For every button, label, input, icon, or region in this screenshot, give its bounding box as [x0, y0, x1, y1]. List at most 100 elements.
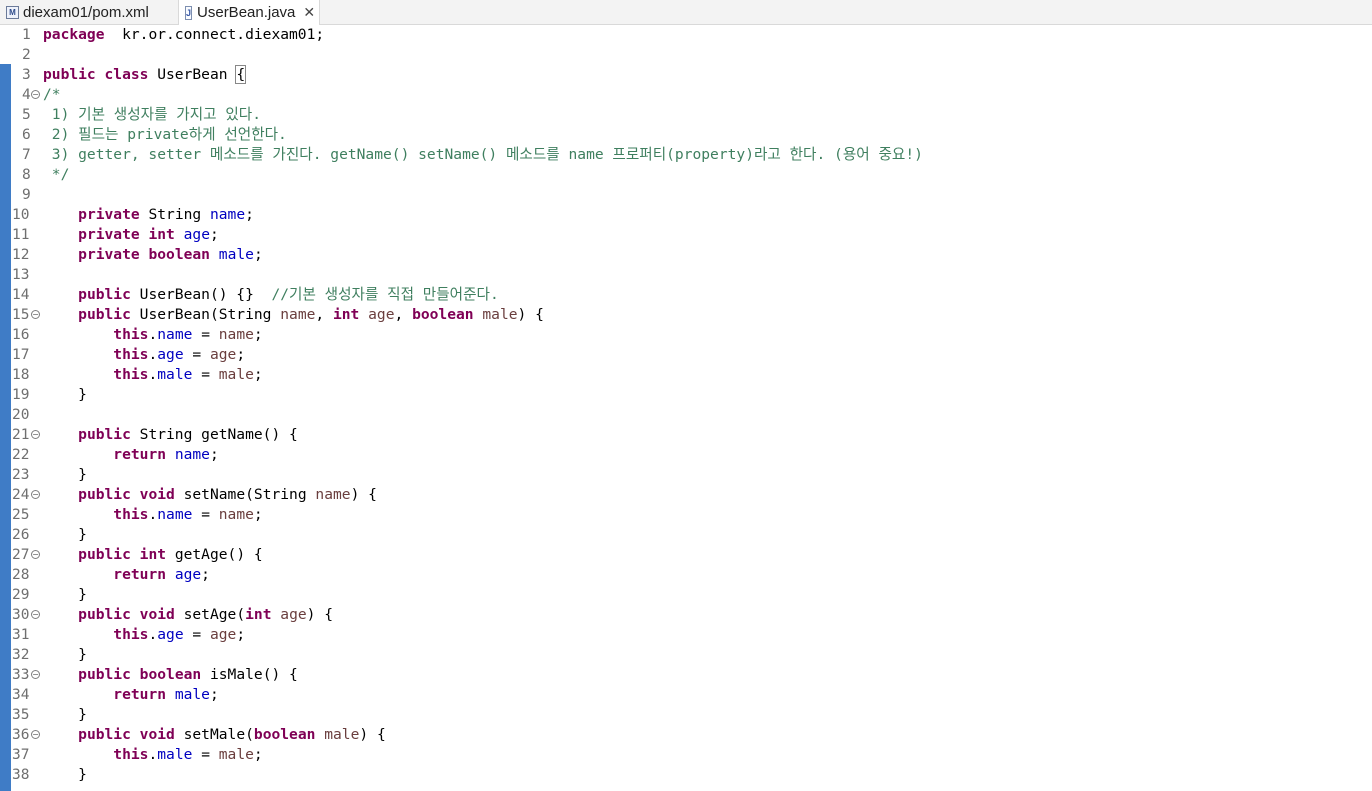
line-number: 29 — [12, 587, 30, 603]
code-line[interactable]: 35 } — [0, 705, 1372, 725]
code-line[interactable]: 10 private String name; — [0, 205, 1372, 225]
keyword-token: this — [113, 326, 149, 343]
code-token: , — [315, 306, 333, 323]
field-token: name — [209, 206, 246, 223]
field-token: age — [174, 566, 202, 583]
code-line[interactable]: 23 } — [0, 465, 1372, 485]
code-token: } — [43, 466, 87, 483]
code-text: } — [43, 585, 87, 605]
code-line[interactable]: 7 3) getter, setter 메소드를 가진다. getName() … — [0, 145, 1372, 165]
field-token: male — [157, 746, 193, 763]
code-text: private String name; — [43, 205, 254, 225]
code-token: UserBean() {} — [130, 286, 272, 303]
line-number: 12 — [12, 247, 30, 263]
code-line[interactable]: 37 this.male = male; — [0, 745, 1372, 765]
code-line[interactable]: 27− public int getAge() { — [0, 545, 1372, 565]
code-line[interactable]: 36− public void setMale(boolean male) { — [0, 725, 1372, 745]
code-token: } — [43, 526, 87, 543]
code-line[interactable]: 31 this.age = age; — [0, 625, 1372, 645]
line-number: 22 — [12, 447, 30, 463]
code-line[interactable]: 12 private boolean male; — [0, 245, 1372, 265]
code-token: ) { — [350, 486, 377, 503]
code-line[interactable]: 2 — [0, 45, 1372, 65]
code-line[interactable]: 5 1) 기본 생성자를 가지고 있다. — [0, 105, 1372, 125]
code-line[interactable]: 15− public UserBean(String name, int age… — [0, 305, 1372, 325]
fold-collapse-icon[interactable]: − — [31, 670, 40, 679]
code-token: . — [148, 346, 158, 363]
code-text: } — [43, 705, 87, 725]
line-number: 28 — [12, 567, 30, 583]
code-line[interactable]: 24− public void setName(String name) { — [0, 485, 1372, 505]
code-line[interactable]: 25 this.name = name; — [0, 505, 1372, 525]
fold-collapse-icon[interactable]: − — [31, 490, 40, 499]
code-line[interactable]: 3 public class UserBean { — [0, 65, 1372, 85]
code-text: public void setName(String name) { — [43, 485, 377, 505]
code-token: = — [192, 366, 219, 383]
keyword-token: public — [43, 66, 96, 83]
line-number: 18 — [12, 367, 30, 383]
fold-collapse-icon[interactable]: − — [31, 550, 40, 559]
code-editor[interactable]: 1 package kr.or.connect.diexam01; 2 3 public… — [0, 25, 1372, 791]
code-token: = — [192, 506, 219, 523]
code-token: setAge( — [174, 606, 246, 623]
code-line[interactable]: 30− public void setAge(int age) { — [0, 605, 1372, 625]
parameter-token: male — [482, 306, 518, 323]
fold-collapse-icon[interactable]: − — [31, 310, 40, 319]
code-line[interactable]: 8 */ — [0, 165, 1372, 185]
code-text: public void setMale(boolean male) { — [43, 725, 386, 745]
fold-collapse-icon[interactable]: − — [31, 730, 40, 739]
code-line[interactable]: 32 } — [0, 645, 1372, 665]
fold-collapse-icon[interactable]: − — [31, 430, 40, 439]
field-token: age — [157, 626, 184, 643]
keyword-token: void — [139, 486, 175, 503]
code-line[interactable]: 1 package kr.or.connect.diexam01; — [0, 25, 1372, 45]
code-line[interactable]: 20 — [0, 405, 1372, 425]
code-line[interactable]: 17 this.age = age; — [0, 345, 1372, 365]
code-line[interactable]: 6 2) 필드는 private하게 선언한다. — [0, 125, 1372, 145]
line-number: 37 — [12, 747, 30, 763]
code-text: } — [43, 525, 87, 545]
code-token: ; — [236, 626, 246, 643]
fold-collapse-icon[interactable]: − — [31, 90, 40, 99]
code-line[interactable]: 28 return age; — [0, 565, 1372, 585]
code-token: . — [148, 506, 158, 523]
keyword-token: private — [78, 206, 140, 223]
code-line[interactable]: 33− public boolean isMale() { — [0, 665, 1372, 685]
code-token: isMale() { — [201, 666, 298, 683]
code-line[interactable]: 22 return name; — [0, 445, 1372, 465]
code-line[interactable]: 19 } — [0, 385, 1372, 405]
code-line[interactable]: 11 private int age; — [0, 225, 1372, 245]
code-line[interactable]: 14 public UserBean() {} //기본 생성자를 직접 만들어… — [0, 285, 1372, 305]
line-number: 16 — [12, 327, 30, 343]
code-line[interactable]: 13 — [0, 265, 1372, 285]
parameter-token: name — [315, 486, 351, 503]
code-line[interactable]: 16 this.name = name; — [0, 325, 1372, 345]
code-line[interactable]: 38 } — [0, 765, 1372, 785]
tab-pom-xml[interactable]: M diexam01/pom.xml — [0, 0, 176, 24]
code-line[interactable]: 4−/* — [0, 85, 1372, 105]
code-line[interactable]: 26 } — [0, 525, 1372, 545]
comment-token: 2) 필드는 private하게 선언한다. — [43, 126, 287, 143]
keyword-token: void — [139, 726, 175, 743]
code-line[interactable]: 18 this.male = male; — [0, 365, 1372, 385]
code-text: this.male = male; — [43, 745, 262, 765]
field-token: male — [157, 366, 193, 383]
fold-collapse-icon[interactable]: − — [31, 610, 40, 619]
close-icon[interactable]: ✕ — [303, 4, 315, 21]
tab-userbean-java[interactable]: J UserBean.java ✕ — [178, 0, 320, 25]
keyword-token: public — [78, 486, 131, 503]
code-token: . — [148, 746, 158, 763]
code-line[interactable]: 21− public String getName() { — [0, 425, 1372, 445]
code-token: } — [43, 766, 87, 783]
code-line[interactable]: 9 — [0, 185, 1372, 205]
code-line[interactable]: 34 return male; — [0, 685, 1372, 705]
code-line[interactable]: 29 } — [0, 585, 1372, 605]
